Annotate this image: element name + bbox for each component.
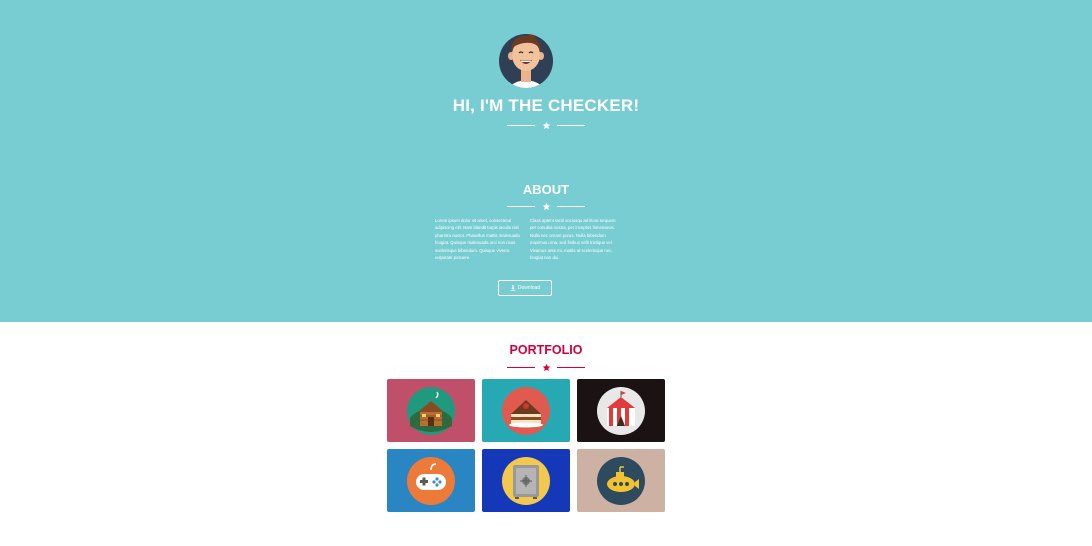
portfolio-item-submarine[interactable] <box>577 449 665 512</box>
star-icon <box>539 120 553 130</box>
about-title: ABOUT <box>522 182 570 197</box>
portfolio-item-game[interactable] <box>387 449 475 512</box>
portfolio-item-safe[interactable] <box>482 449 570 512</box>
hero-divider <box>0 120 1092 130</box>
cake-icon <box>502 386 550 435</box>
download-label: Download <box>517 285 541 291</box>
avatar <box>499 34 553 88</box>
hero-section: HI, I'M THE CHECKER! ABOUT Lorem ipsum d… <box>0 0 1092 322</box>
about-text-right: Class aptent taciti sociosqu ad litora t… <box>530 218 616 261</box>
star-icon <box>539 362 553 372</box>
gamepad-icon <box>407 456 455 505</box>
hero-title: HI, I'M THE CHECKER! <box>452 96 640 115</box>
star-icon <box>539 201 553 211</box>
safe-icon <box>502 456 550 505</box>
download-icon <box>510 285 516 291</box>
circus-tent-icon <box>597 386 645 435</box>
about-text-left: Lorem ipsum dolor sit amet, consectetur … <box>435 218 520 261</box>
cabin-icon <box>407 386 455 435</box>
portfolio-item-circus[interactable] <box>577 379 665 442</box>
download-button[interactable]: Download <box>498 280 552 296</box>
portfolio-item-cabin[interactable] <box>387 379 475 442</box>
about-divider <box>0 201 1092 211</box>
portfolio-divider <box>0 362 1092 372</box>
submarine-icon <box>597 456 645 505</box>
portfolio-item-cake[interactable] <box>482 379 570 442</box>
portfolio-title: PORTFOLIO <box>509 343 583 357</box>
person-avatar-icon <box>508 34 544 88</box>
